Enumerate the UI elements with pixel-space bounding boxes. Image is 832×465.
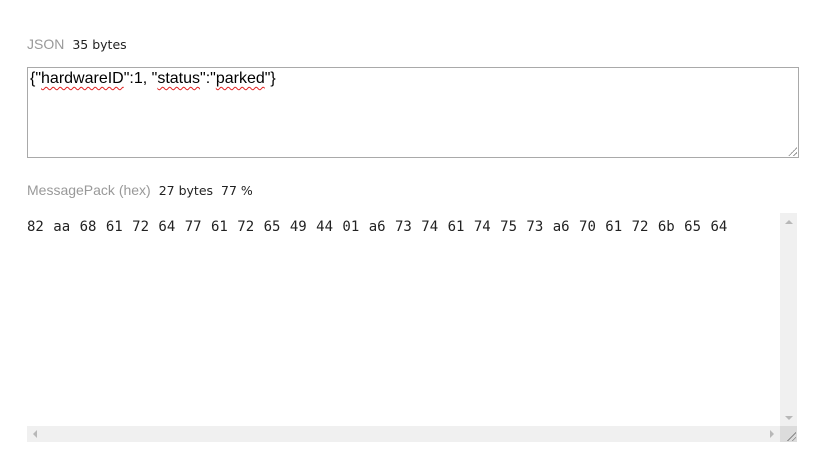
json-text: ":" (200, 70, 216, 87)
resize-grip-icon[interactable] (786, 431, 796, 441)
json-text: {" (30, 70, 42, 87)
vertical-scrollbar[interactable] (780, 213, 797, 426)
hex-header: MessagePack (hex) 27 bytes 77 % (27, 182, 261, 198)
compression-ratio: 77 % (221, 183, 253, 198)
json-size: 35 bytes (72, 37, 127, 52)
json-text: status (157, 70, 201, 87)
json-text: parked (215, 70, 265, 87)
scroll-left-icon[interactable] (33, 430, 37, 438)
scroll-down-icon[interactable] (785, 416, 793, 420)
json-text: ":1, " (123, 70, 158, 87)
hex-text: 82 aa 68 61 72 64 77 61 72 65 49 44 01 a… (27, 219, 728, 235)
scroll-right-icon[interactable] (770, 430, 774, 438)
scrollbar-corner (780, 426, 797, 442)
json-input[interactable]: {"hardwareID":1, "status":"parked"} (27, 67, 799, 158)
hex-label: MessagePack (hex) (27, 182, 151, 198)
resize-grip-icon[interactable] (787, 146, 797, 156)
hex-output[interactable]: 82 aa 68 61 72 64 77 61 72 65 49 44 01 a… (27, 213, 797, 442)
json-text: "} (264, 70, 276, 87)
json-label: JSON (27, 36, 65, 52)
json-text: hardwareID (41, 70, 124, 87)
hex-size: 27 bytes (158, 183, 214, 198)
json-header: JSON 35 bytes (27, 36, 135, 52)
horizontal-scrollbar[interactable] (27, 426, 780, 442)
scroll-up-icon[interactable] (785, 220, 793, 224)
